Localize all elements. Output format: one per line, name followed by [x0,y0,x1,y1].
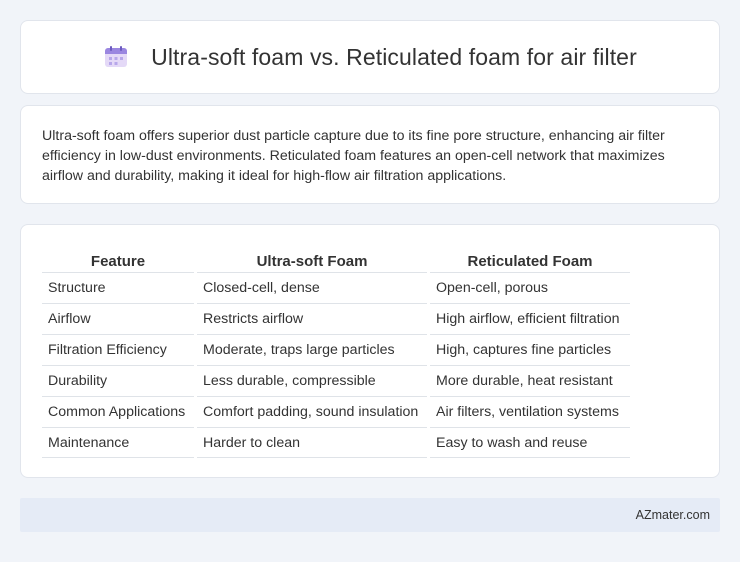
header-reticulated-foam: Reticulated Foam [467,253,593,270]
table-row: Common Applications Comfort padding, sou… [42,396,630,427]
header-card: Ultra-soft foam vs. Reticulated foam for… [20,20,720,94]
cell-ultra-soft: Closed-cell, dense [197,272,427,303]
table-row: Airflow Restricts airflow High airflow, … [42,303,630,334]
cell-ultra-soft: Comfort padding, sound insulation [197,396,427,427]
page-title: Ultra-soft foam vs. Reticulated foam for… [151,43,637,70]
cell-reticulated: High airflow, efficient filtration [430,303,630,334]
intro-text: Ultra-soft foam offers superior dust par… [42,128,665,184]
cell-reticulated: Air filters, ventilation systems [430,396,630,427]
table-card: Feature Ultra-soft Foam Reticulated Foam… [20,224,720,478]
footer-site-link[interactable]: AZmater.com [636,508,710,522]
footer-bar: AZmater.com [20,498,720,532]
comparison-table: Feature Ultra-soft Foam Reticulated Foam… [39,247,633,458]
cell-feature: Structure [42,272,194,303]
table-row: Durability Less durable, compressible Mo… [42,365,630,396]
cell-ultra-soft: Less durable, compressible [197,365,427,396]
cell-feature: Filtration Efficiency [42,334,194,365]
cell-reticulated: More durable, heat resistant [430,365,630,396]
cell-reticulated: Easy to wash and reuse [430,427,630,458]
table-row: Structure Closed-cell, dense Open-cell, … [42,272,630,303]
table-header-row: Feature Ultra-soft Foam Reticulated Foam [42,247,630,272]
title-wrap: Ultra-soft foam vs. Reticulated foam for… [103,44,637,71]
table-row: Maintenance Harder to clean Easy to wash… [42,427,630,458]
cell-ultra-soft: Restricts airflow [197,303,427,334]
cell-reticulated: Open-cell, porous [430,272,630,303]
table-row: Filtration Efficiency Moderate, traps la… [42,334,630,365]
cell-feature: Durability [42,365,194,396]
intro-card: Ultra-soft foam offers superior dust par… [20,105,720,204]
cell-ultra-soft: Moderate, traps large particles [197,334,427,365]
header-feature: Feature [90,253,146,270]
header-ultra-soft-foam: Ultra-soft Foam [256,253,368,270]
cell-ultra-soft: Harder to clean [197,427,427,458]
calendar-icon [105,46,128,67]
cell-feature: Airflow [42,303,194,334]
cell-reticulated: High, captures fine particles [430,334,630,365]
cell-feature: Common Applications [42,396,194,427]
cell-feature: Maintenance [42,427,194,458]
